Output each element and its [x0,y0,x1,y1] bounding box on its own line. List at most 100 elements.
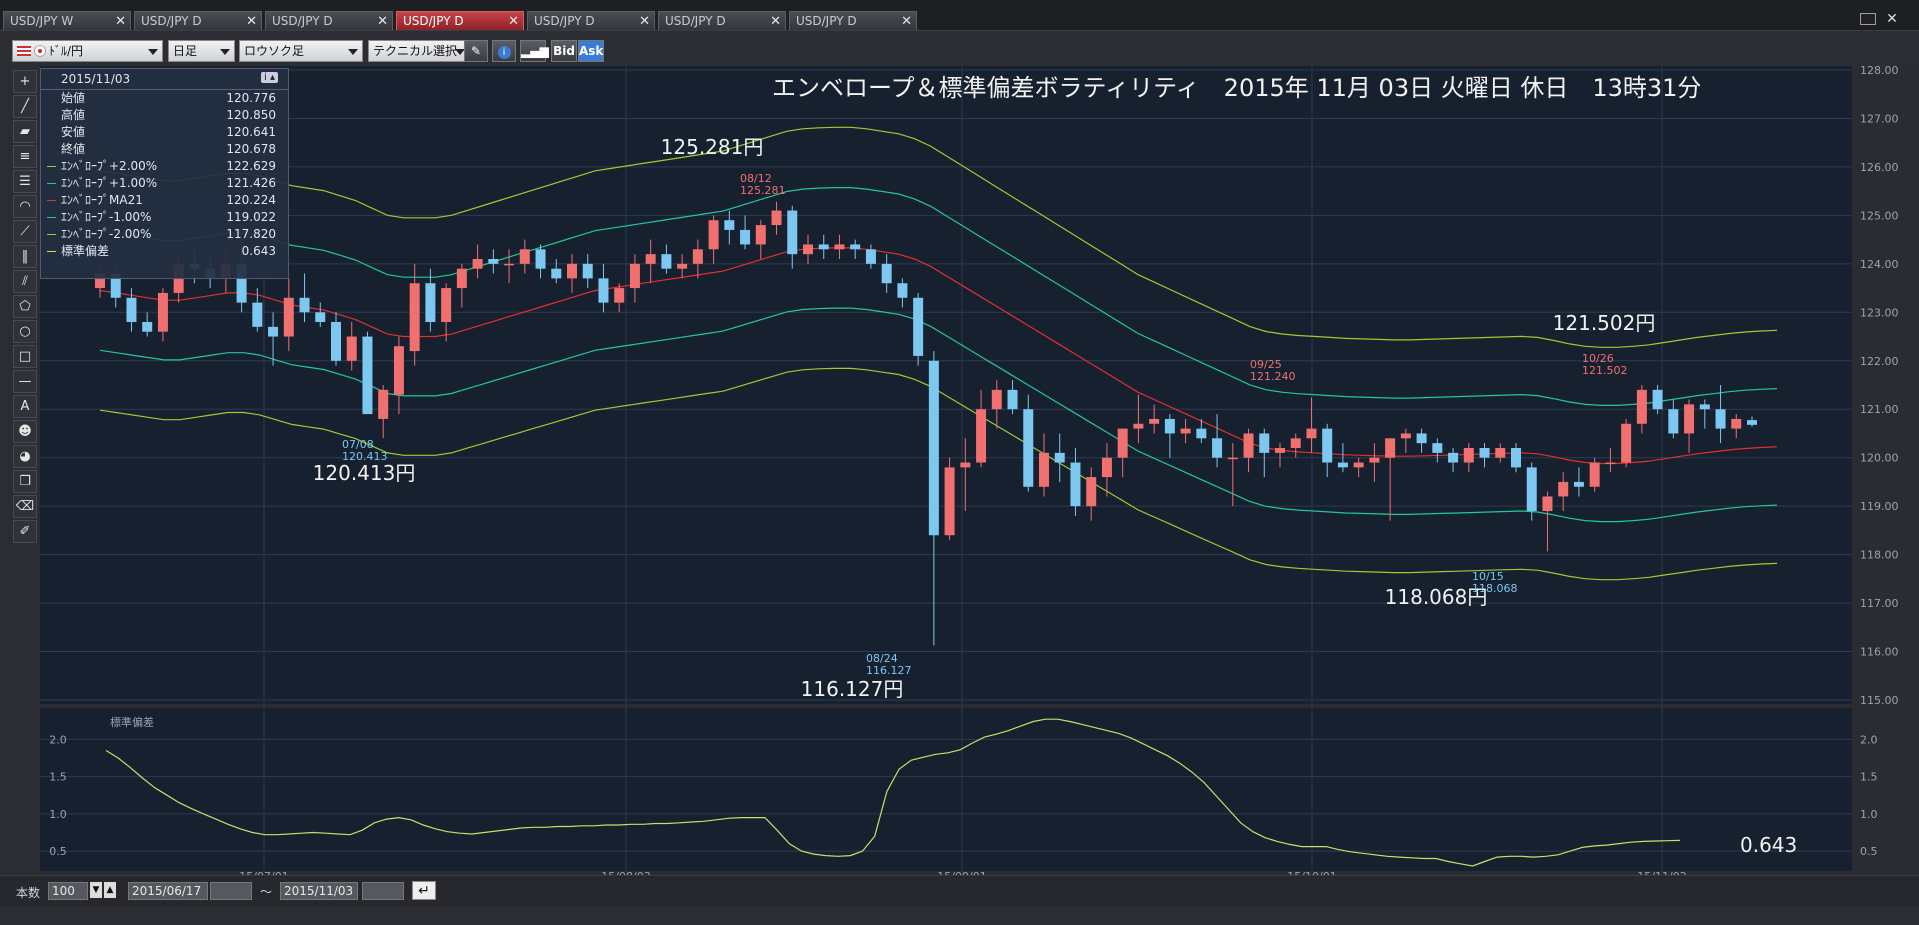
candle-body [582,263,593,279]
circle-icon[interactable]: ○ [13,320,37,343]
bid-button[interactable]: Bid [551,40,577,62]
candle-body [1054,452,1065,463]
candle-body [1306,428,1317,439]
price-tick-label: 121.00 [1860,403,1899,416]
copy-icon[interactable]: ❐ [13,470,37,493]
restore-window-icon[interactable] [1860,13,1876,25]
series-swatch [47,251,56,252]
apply-range-icon[interactable]: ↵ [412,881,436,900]
price-chart[interactable]: 125.281円08/12125.281120.413円07/08120.413… [40,66,1919,902]
icon-stamp-icon[interactable]: ☻ [13,420,37,443]
vlines-icon[interactable]: ‖ [13,245,37,268]
channel-icon[interactable]: ⫽ [13,270,37,293]
candle-body [1463,448,1474,463]
count-label: 本数 [16,886,41,900]
pentagon-icon[interactable]: ⬠ [13,295,37,318]
close-icon[interactable]: ✕ [115,12,126,31]
info-date: 2015/11/03 [41,69,288,90]
annotation-price: 125.281 [740,184,786,197]
hline-icon[interactable]: — [13,370,37,393]
tab-usdjpy-d-4[interactable]: USD/JPY D ✕ [527,11,655,30]
info-label: ｴﾝﾍﾞﾛｰﾌﾟ+1.00% [61,176,158,190]
close-icon[interactable]: ✕ [246,12,257,31]
info-icon[interactable]: i [492,40,516,62]
candle-body [881,263,892,284]
pen-icon[interactable]: ✎ [464,40,488,62]
tab-usdjpy-d-6[interactable]: USD/JPY D ✕ [789,11,917,30]
candle-body [535,249,546,269]
candle-body [913,297,924,356]
chart-style-select[interactable]: ロウソク足 [239,40,363,62]
close-icon[interactable]: ✕ [770,12,781,31]
line-icon[interactable]: ╱ [13,95,37,118]
rect-icon[interactable]: □ [13,345,37,368]
price-annotation: 121.502円 [1553,311,1656,335]
candle-body [692,249,703,264]
candle-body [567,263,577,279]
info-label: 高値 [61,108,86,122]
tab-usdjpy-w[interactable]: USD/JPY W ✕ [3,11,131,30]
text-icon[interactable]: A [13,395,37,418]
multi-lines-icon[interactable]: ☰ [13,170,37,193]
plus-cross-icon[interactable]: + [13,70,37,93]
to-time-input[interactable] [362,882,404,900]
info-value: 120.850 [226,108,276,122]
info-value: 120.224 [226,193,276,207]
close-window-icon[interactable]: ✕ [1884,12,1900,26]
from-time-input[interactable] [210,882,252,900]
sub-tick-label-left: 1.0 [49,808,67,821]
candle-body [1495,448,1506,458]
close-icon[interactable]: ✕ [901,12,912,31]
chart-settings-icon[interactable]: ▂▄▆ [520,40,549,62]
tab-label: USD/JPY W [10,14,74,28]
from-date-input[interactable]: 2015/06/17 [128,882,208,900]
collapse-icon[interactable]: i ▴ [261,72,278,83]
info-value: 119.022 [226,210,276,224]
fan-icon[interactable]: ⟋ [13,220,37,243]
candle-body [1322,428,1333,463]
tab-label: USD/JPY D [796,14,857,28]
period-select[interactable]: 日足 [168,40,235,62]
to-date-input[interactable]: 2015/11/03 [280,882,358,900]
info-label: 始値 [61,91,86,105]
candle-body [1621,423,1632,463]
tab-usdjpy-d-2[interactable]: USD/JPY D ✕ [265,11,393,30]
candle-body [897,283,908,298]
count-up-icon[interactable]: ▲ [104,882,116,898]
technical-select[interactable]: テクニカル選択 [368,40,470,62]
close-icon[interactable]: ✕ [508,12,519,31]
settings-tool-icon[interactable]: ✐ [13,520,37,543]
us-flag-icon [17,46,31,56]
candle-body [299,297,310,313]
candle-body [1652,389,1663,410]
candle-body [1212,438,1223,458]
candle-body [991,389,1002,410]
candle-body [268,326,279,337]
arc-icon[interactable]: ◠ [13,195,37,218]
tab-usdjpy-d-1[interactable]: USD/JPY D ✕ [134,11,262,30]
candle-body [1164,418,1175,434]
ohlc-info-panel: 2015/11/03 i ▴ 始値 120.776 高値 120.850 安値 120.6… [40,68,289,279]
ask-button[interactable]: Ask [578,40,604,62]
close-icon[interactable]: ✕ [377,12,388,31]
currency-pair-select[interactable]: ﾄﾞﾙ/円 [12,40,163,62]
info-label: ｴﾝﾍﾞﾛｰﾌﾟ-2.00% [61,227,152,241]
candle-body [409,283,420,352]
chart-title: エンベロープ＆標準偏差ボラティリティ 2015年 11月 03日 火曜日 休日 … [772,74,1701,102]
close-icon[interactable]: ✕ [639,12,650,31]
tab-usdjpy-d-active[interactable]: USD/JPY D ✕ [396,11,524,30]
paint-icon[interactable]: ◕ [13,445,37,468]
tab-usdjpy-d-5[interactable]: USD/JPY D ✕ [658,11,786,30]
candle-body [252,302,263,327]
candle-body [755,225,766,245]
hlines-icon[interactable]: ≡ [13,145,37,168]
price-tick-label: 117.00 [1860,597,1899,610]
ruler-icon[interactable]: ▰ [13,120,37,143]
technical-label: テクニカル選択 [373,44,458,58]
candle-body [1668,409,1679,434]
eraser-icon[interactable]: ⌫ [13,495,37,518]
info-row: 始値 120.776 [41,90,288,107]
count-input[interactable]: 100 [48,882,88,900]
count-down-icon[interactable]: ▼ [90,882,102,898]
candle-body [708,220,719,250]
